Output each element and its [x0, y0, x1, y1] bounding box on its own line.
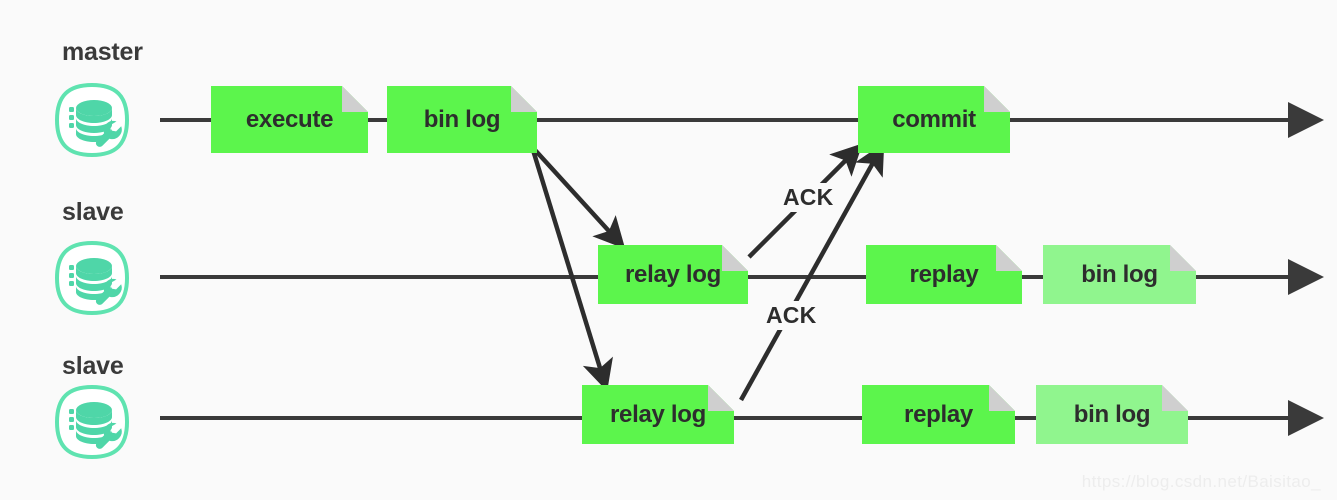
watermark: https://blog.csdn.net/Baisitao_	[1081, 472, 1321, 491]
node-slave2-replay[interactable]: replay	[862, 385, 1015, 444]
lane-label-slave-1: slave	[62, 198, 124, 226]
node-slave1-binlog[interactable]: bin log	[1043, 245, 1196, 304]
node-master-commit[interactable]: commit	[858, 86, 1010, 153]
node-label: bin log	[1081, 260, 1158, 288]
ack-label-slave-2: ACK	[761, 301, 822, 330]
node-label: commit	[892, 105, 976, 133]
node-slave1-relaylog[interactable]: relay log	[598, 245, 748, 304]
lane-label-slave-2: slave	[62, 352, 124, 380]
node-slave2-binlog[interactable]: bin log	[1036, 385, 1188, 444]
node-master-execute[interactable]: execute	[211, 86, 368, 153]
database-wrench-icon	[52, 80, 132, 160]
database-wrench-icon	[52, 382, 132, 462]
node-master-binlog[interactable]: bin log	[387, 86, 537, 153]
database-wrench-icon	[52, 238, 132, 318]
node-label: bin log	[423, 105, 501, 133]
lane-label-master: master	[62, 38, 143, 66]
ack-label-slave-1: ACK	[778, 183, 839, 212]
diagram-canvas: master slave slave execute bin log commi…	[0, 0, 1337, 500]
node-label: relay log	[624, 260, 721, 288]
node-label: execute	[245, 105, 334, 133]
node-label: bin log	[1073, 400, 1151, 428]
node-label: relay log	[609, 400, 706, 428]
node-label: replay	[904, 400, 973, 428]
node-label: replay	[909, 260, 979, 288]
node-slave2-relaylog[interactable]: relay log	[582, 385, 734, 444]
node-slave1-replay[interactable]: replay	[866, 245, 1022, 304]
